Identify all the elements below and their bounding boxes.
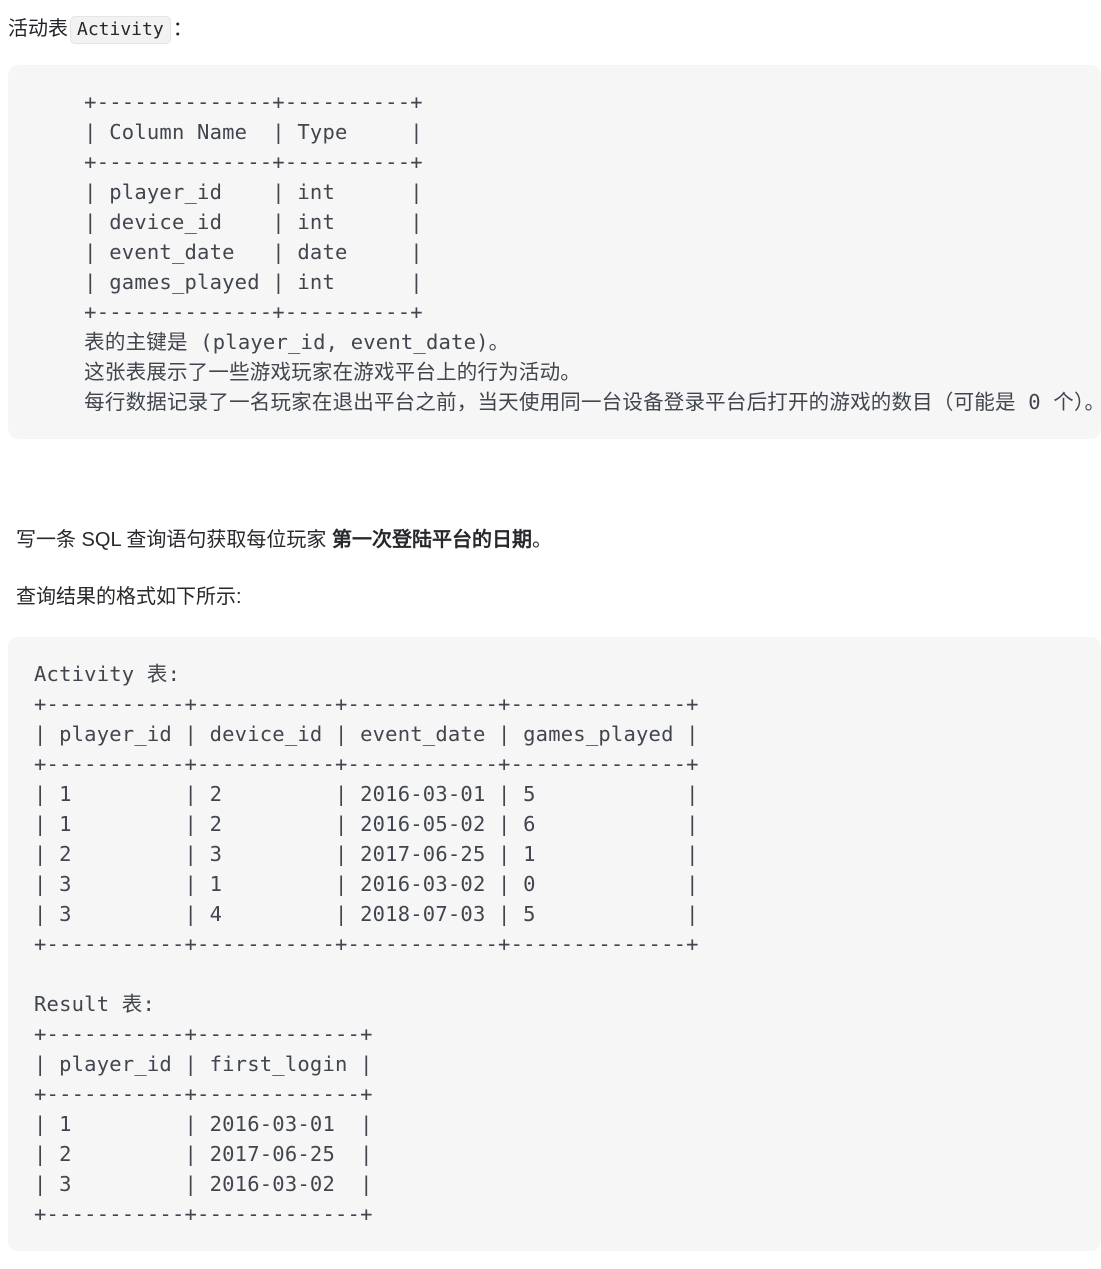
code-block-schema: +--------------+----------+ | Column Nam… (8, 65, 1101, 439)
question-suffix: 。 (531, 529, 552, 551)
code-block-example-text: Activity 表: +-----------+-----------+---… (34, 662, 699, 1226)
question-statement: 写一条 SQL 查询语句获取每位玩家 第一次登陆平台的日期。 (8, 525, 552, 555)
question-subtitle: 查询结果的格式如下所示: (16, 586, 242, 608)
question-prefix: 写一条 SQL 查询语句获取每位玩家 (16, 529, 332, 551)
inline-code-activity: Activity (70, 16, 171, 44)
code-block-schema-text: +--------------+----------+ | Column Nam… (84, 90, 1101, 414)
question-emphasis: 第一次登陆平台的日期 (331, 529, 532, 551)
page-title-prefix: 活动表 (8, 18, 68, 40)
code-block-example: Activity 表: +-----------+-----------+---… (8, 637, 1101, 1251)
page-title-suffix: ： (172, 18, 193, 40)
page-title: 活动表 Activity： (8, 14, 193, 45)
